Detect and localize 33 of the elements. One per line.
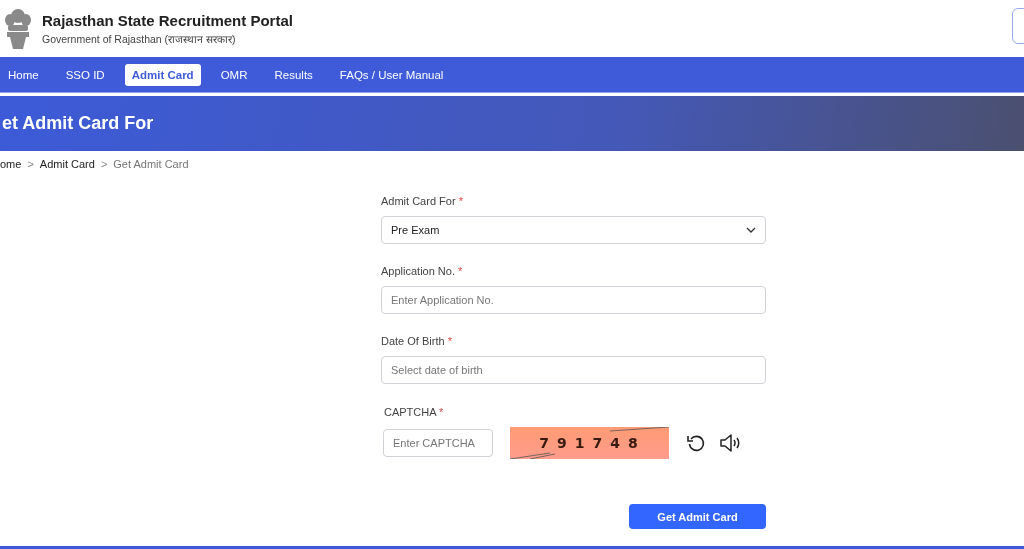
refresh-icon[interactable]	[686, 433, 706, 453]
field-label: Admit Card For	[381, 195, 456, 207]
separator-text: >	[27, 158, 34, 170]
required-mark: *	[439, 406, 444, 418]
breadcrumb-current: Get Admit Card	[113, 158, 189, 170]
field-label: Date Of Birth	[381, 335, 445, 347]
portal-subtitle: Government of Rajasthan (राजस्थान सरकार)	[42, 31, 237, 46]
portal-title: Rajasthan State Recruitment Portal	[42, 11, 293, 29]
required-mark: *	[458, 265, 463, 277]
nav-tab[interactable]: FAQs / User Manual	[332, 63, 451, 86]
required-mark: *	[458, 195, 463, 207]
separator-text: >	[100, 158, 108, 170]
chevron-down-icon	[746, 227, 756, 233]
field-label: Application No.	[381, 265, 455, 277]
nav-tab[interactable]: Admit Card	[124, 63, 201, 86]
breadcrumb-link[interactable]: ome	[0, 158, 22, 170]
nav-tab[interactable]: Results	[267, 63, 320, 86]
nav-tab[interactable]: Home	[1, 63, 46, 86]
nav-tab[interactable]: SSO ID	[58, 63, 112, 86]
input-field[interactable]: Select date of birth	[381, 356, 766, 384]
input-field[interactable]: Enter Application No.	[381, 286, 766, 314]
field-label: CAPTCHA	[384, 406, 436, 418]
select-value: Pre Exam	[391, 224, 440, 236]
select-field[interactable]: Pre Exam	[381, 216, 766, 244]
captcha-image: 791748	[510, 427, 669, 459]
speaker-icon[interactable]	[719, 433, 741, 453]
page-title: et Admit Card For	[1, 113, 154, 134]
emblem-icon	[4, 7, 32, 50]
breadcrumb-link[interactable]: Admit Card	[39, 158, 95, 170]
required-mark: *	[447, 335, 452, 347]
captcha-field[interactable]: Enter CAPTCHA	[383, 429, 493, 457]
nav-tab[interactable]: OMR	[213, 63, 255, 86]
submit-button[interactable]: Get Admit Card	[629, 504, 766, 529]
